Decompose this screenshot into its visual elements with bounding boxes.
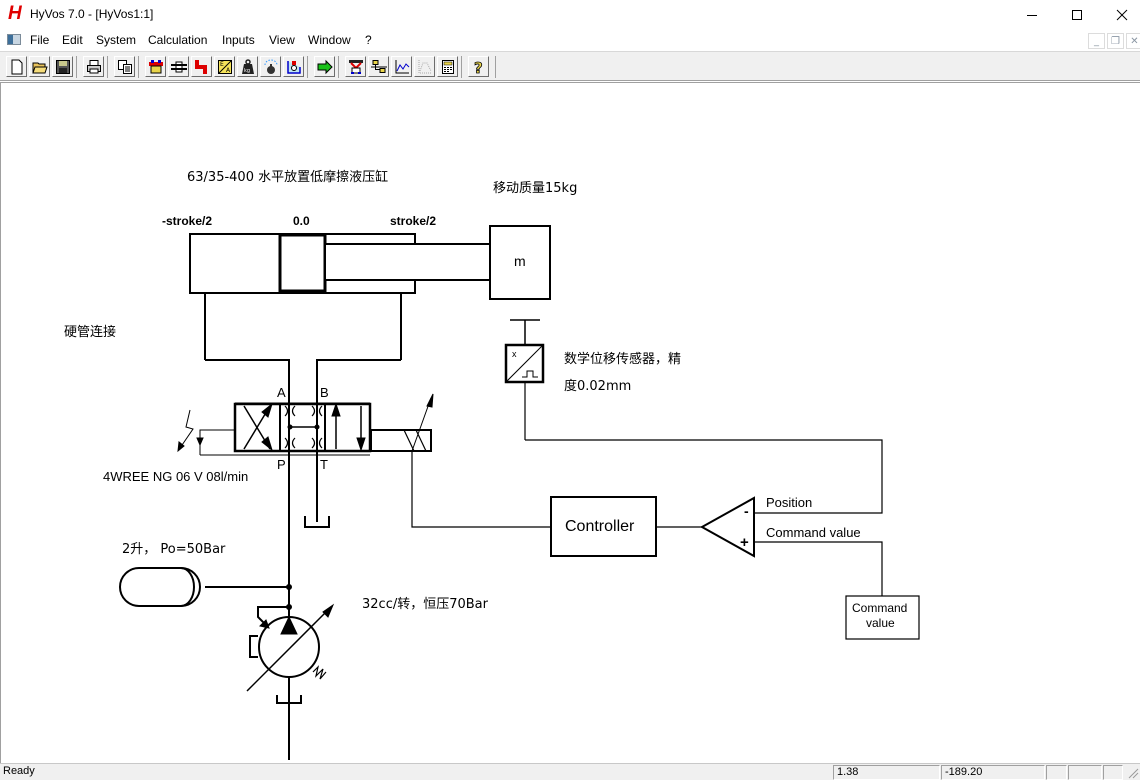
summing-plus-sign: +: [740, 534, 749, 551]
status-text: Ready: [3, 765, 35, 777]
accumulator-label: 2升， Po=50Bar: [122, 542, 226, 557]
resize-grip-icon[interactable]: [1126, 766, 1139, 779]
pump-label: 32cc/转，恒压70Bar: [362, 597, 488, 612]
position-label: Position: [766, 495, 813, 510]
command-block-line2: value: [866, 616, 895, 630]
moving-mass-label: 移动质量15kg: [493, 181, 578, 196]
accumulator[interactable]: [119, 567, 292, 610]
variable-pump[interactable]: [246, 603, 335, 704]
mass-label: m: [514, 253, 526, 269]
command-value-label: Command value: [766, 525, 861, 540]
status-pane-empty: [1046, 765, 1067, 780]
stroke-center-label: 0.0: [293, 214, 310, 228]
port-a-label: A: [277, 385, 286, 400]
status-pane-empty: [1068, 765, 1102, 780]
sensor-glyph: x: [512, 349, 517, 359]
pipe-note-label: 硬管连接: [64, 325, 117, 340]
stroke-left-label: -stroke/2: [162, 214, 213, 228]
status-value-2: -189.20: [941, 765, 1045, 780]
stroke-right-label: stroke/2: [390, 214, 437, 228]
displacement-sensor[interactable]: [504, 319, 883, 514]
sensor-note-line2: 度0.02mm: [564, 379, 632, 394]
port-t-label: T: [320, 457, 328, 472]
cylinder-title-label: 63/35-400 水平放置低摩擦液压缸: [187, 170, 389, 185]
summing-minus-sign: -: [744, 503, 749, 519]
hydraulic-cylinder[interactable]: [189, 233, 491, 760]
valve-label: 4WREE NG 06 V 08l/min: [103, 469, 249, 484]
port-b-label: B: [320, 385, 329, 400]
status-bar: Ready 1.38 -189.20: [0, 763, 1140, 780]
status-value-1: 1.38: [833, 765, 940, 780]
port-p-label: P: [277, 457, 286, 472]
proportional-valve[interactable]: [177, 393, 551, 528]
status-pane-empty: [1103, 765, 1123, 780]
controller-label: Controller: [565, 518, 635, 535]
command-block-line1: Command: [852, 601, 908, 615]
sensor-note-line1: 数学位移传感器，精: [564, 352, 682, 367]
